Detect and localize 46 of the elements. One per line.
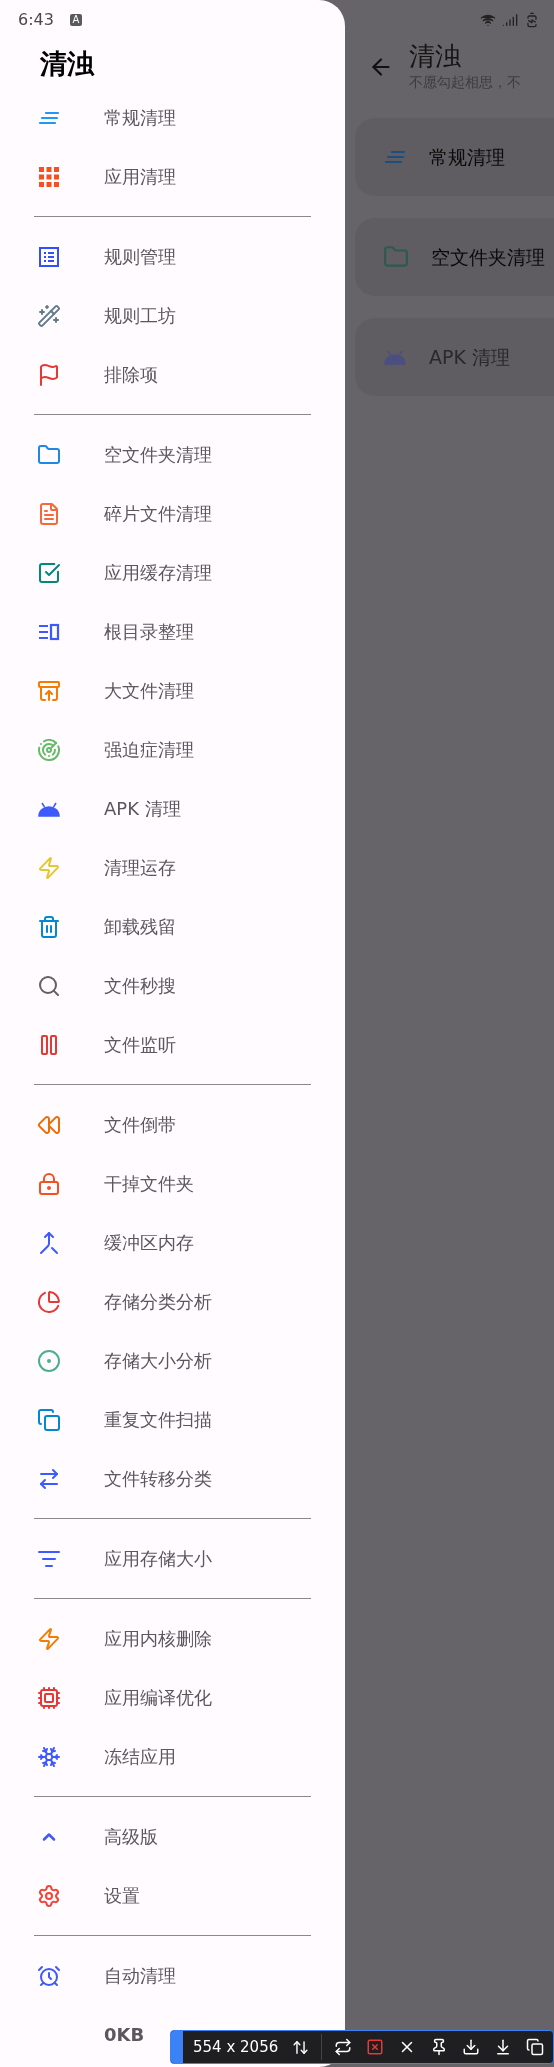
drawer-item[interactable]: 应用编译优化 xyxy=(0,1668,345,1727)
drawer-item[interactable]: 规则工坊 xyxy=(0,286,345,345)
drawer-item[interactable]: 存储分类分析 xyxy=(0,1272,345,1331)
drawer-item[interactable]: 规则管理 xyxy=(0,227,345,286)
drawer-item[interactable]: 自动清理 xyxy=(0,1946,345,2005)
drawer-item[interactable]: 文件转移分类 xyxy=(0,1449,345,1508)
drawer-item[interactable]: 强迫症清理 xyxy=(0,720,345,779)
drawer-item[interactable]: 文件监听 xyxy=(0,1015,345,1074)
drawer-item[interactable]: APK 清理 xyxy=(0,779,345,838)
drawer-item[interactable]: 干掉文件夹 xyxy=(0,1154,345,1213)
resize-icon[interactable] xyxy=(292,2038,310,2056)
drag-handle[interactable] xyxy=(171,2031,183,2063)
swap-icon[interactable] xyxy=(334,2038,353,2056)
app-title: 清浊 xyxy=(409,40,462,72)
keyboard-badge-icon: A xyxy=(69,14,82,26)
storage-size: 0KB xyxy=(104,2023,145,2047)
signal-icon xyxy=(502,12,518,28)
drawer-item[interactable]: 设置 xyxy=(0,1866,345,1925)
drawer-item[interactable]: 应用存储大小 xyxy=(0,1529,345,1588)
drawer-title: 清浊 xyxy=(40,46,94,81)
drawer-item[interactable]: 空文件夹清理 xyxy=(0,425,345,484)
drawer-item[interactable]: 高级版 xyxy=(0,1807,345,1866)
wifi-icon xyxy=(480,12,496,28)
drawer-item[interactable]: 卸载残留 xyxy=(0,897,345,956)
drawer-item[interactable]: 文件倒带 xyxy=(0,1095,345,1154)
battery-icon xyxy=(524,12,540,28)
drawer-item[interactable]: 缓冲区内存 xyxy=(0,1213,345,1272)
drawer-item[interactable]: 清理运存 xyxy=(0,838,345,897)
drawer-item[interactable]: 文件秒搜 xyxy=(0,956,345,1015)
delete-icon[interactable] xyxy=(366,2038,385,2056)
drawer-item[interactable]: 碎片文件清理 xyxy=(0,484,345,543)
drawer-item[interactable]: 根目录整理 xyxy=(0,602,345,661)
drawer-item[interactable]: 应用清理 xyxy=(0,147,345,206)
drawer-item[interactable]: 大文件清理 xyxy=(0,661,345,720)
drawer-item[interactable]: 存储大小分析 xyxy=(0,1331,345,1390)
drawer-item[interactable]: 冻结应用 xyxy=(0,1727,345,1786)
drawer-item[interactable]: 重复文件扫描 xyxy=(0,1390,345,1449)
folder-icon xyxy=(383,244,409,270)
download-icon[interactable] xyxy=(462,2038,481,2056)
drawer-item[interactable]: 应用缓存清理 xyxy=(0,543,345,602)
drawer-item[interactable]: 排除项 xyxy=(0,345,345,404)
size-readout: 554 x 2056 xyxy=(193,2036,279,2058)
copy-icon[interactable] xyxy=(526,2038,545,2056)
status-time: 6:43 xyxy=(18,9,54,31)
drawer-item[interactable]: 常规清理 xyxy=(0,88,345,147)
drawer-item[interactable]: 应用内核删除 xyxy=(0,1609,345,1668)
